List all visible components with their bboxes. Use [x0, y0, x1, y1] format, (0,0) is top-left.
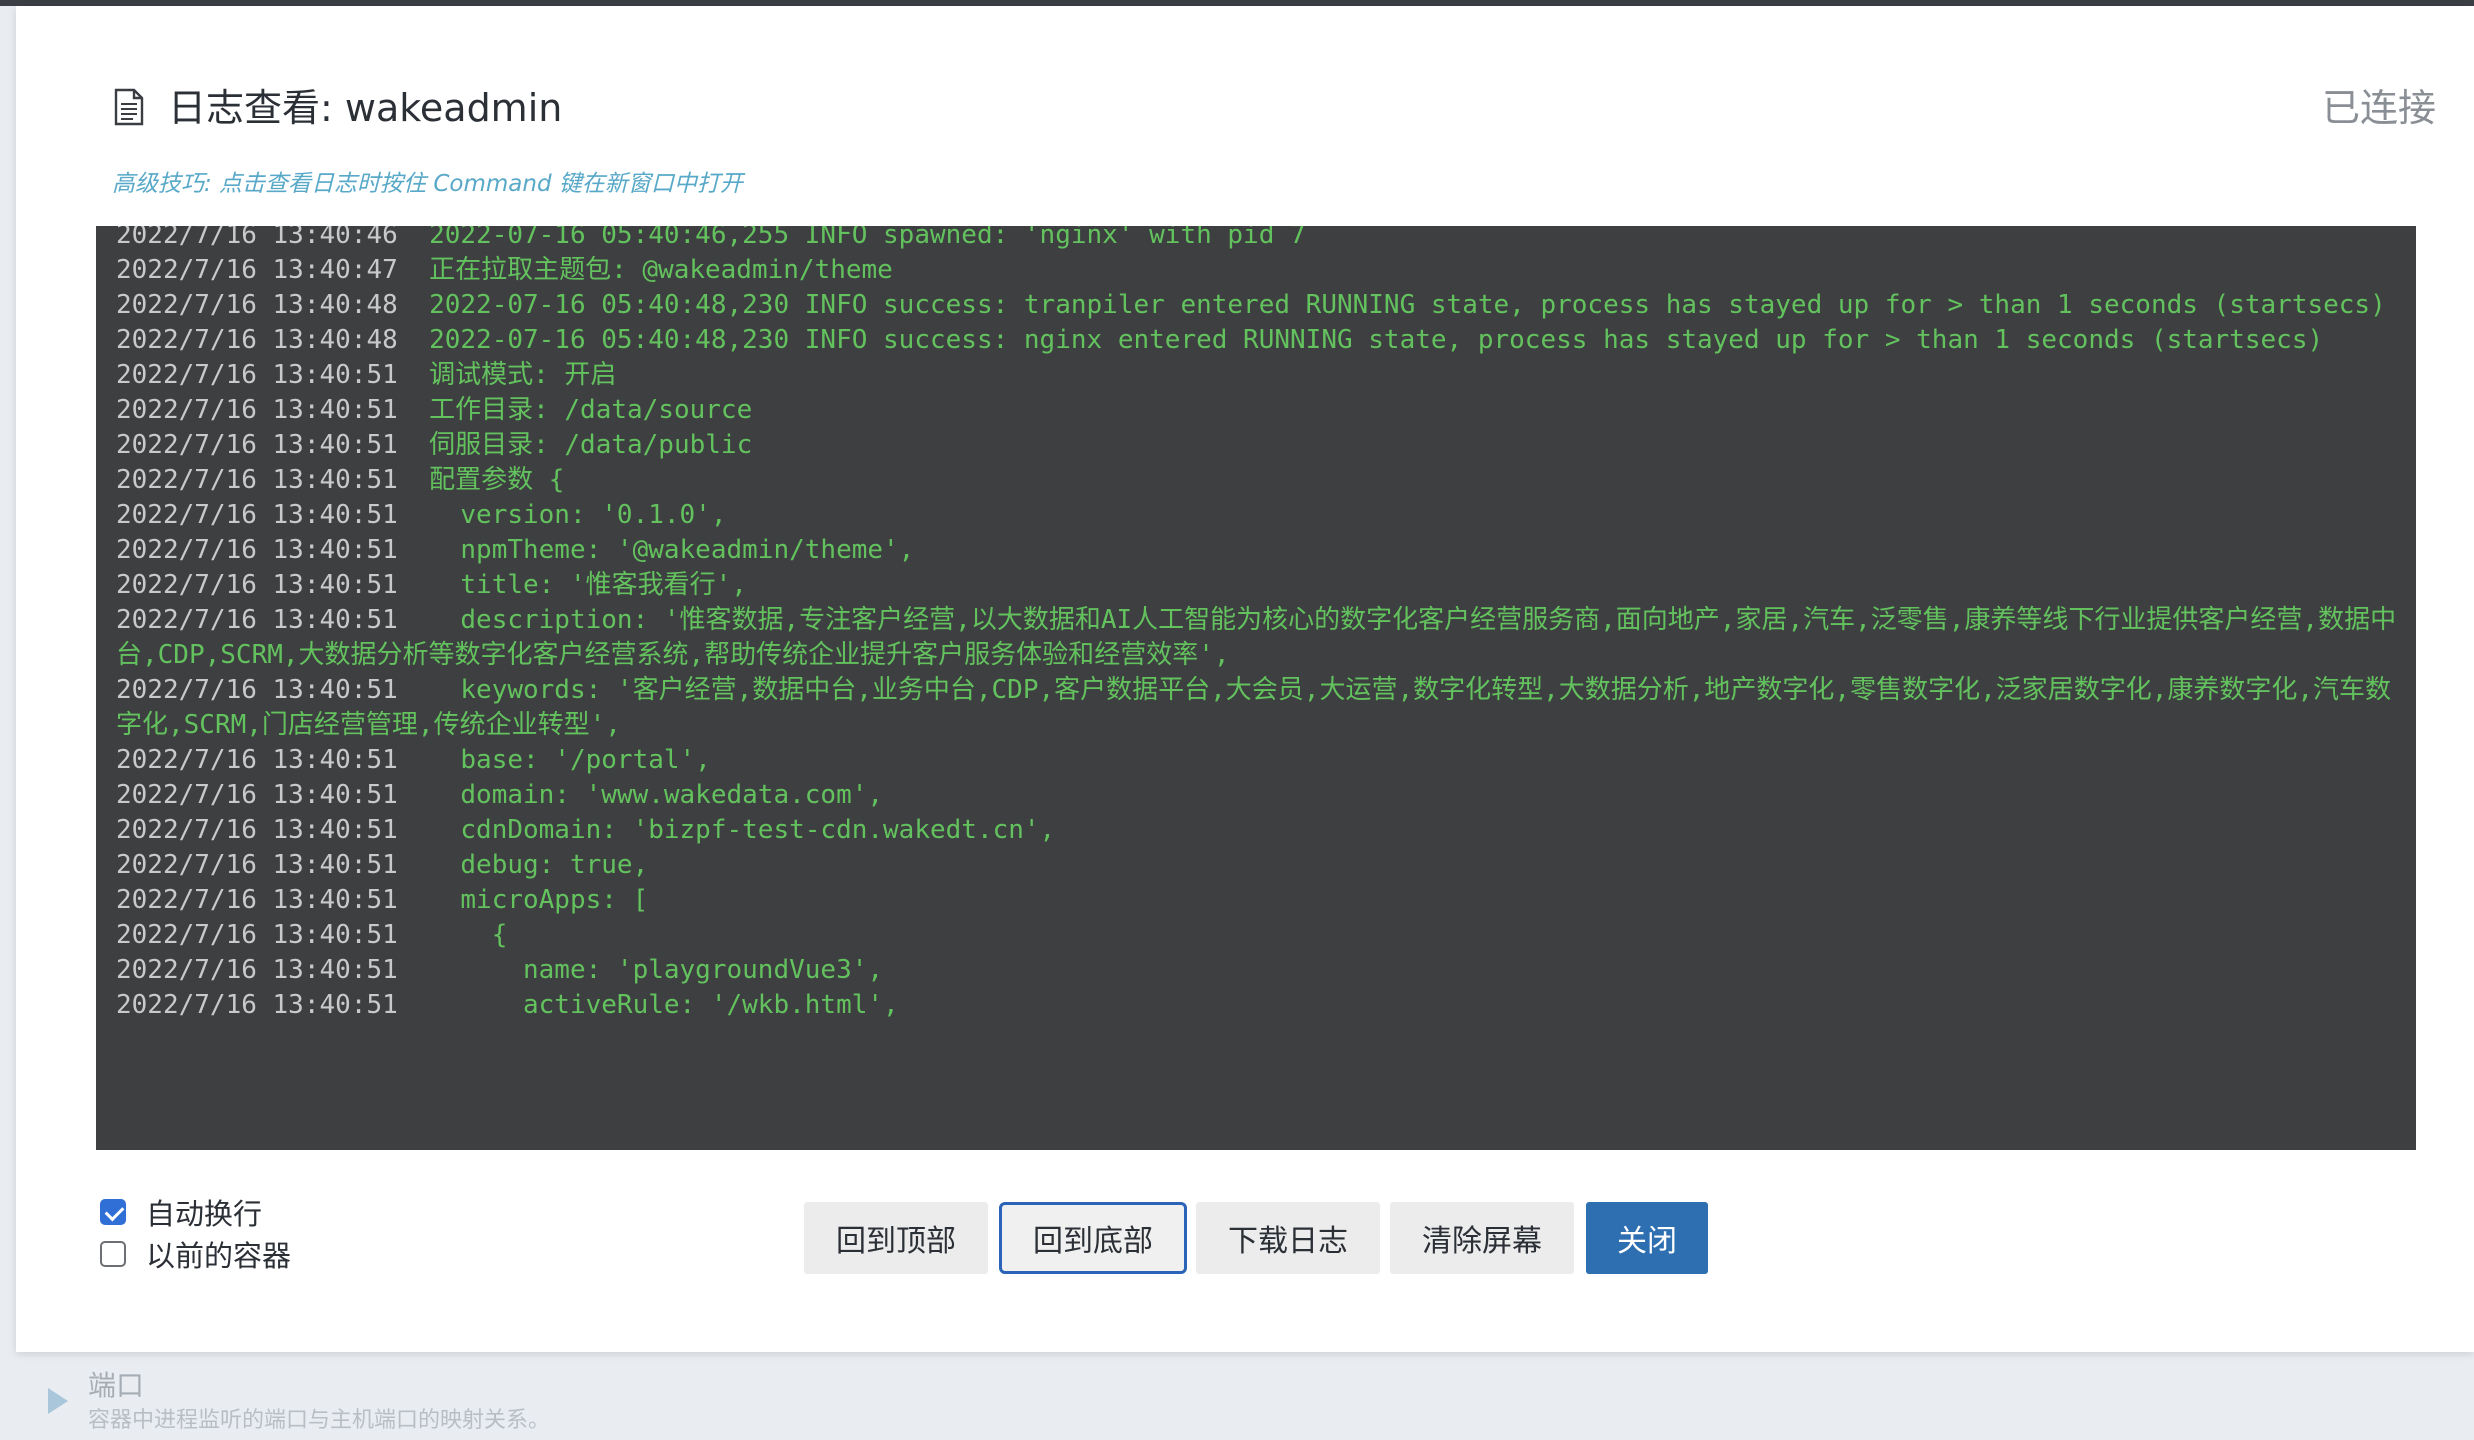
log-timestamp: 2022/7/16 13:40:51: [116, 570, 398, 600]
clear-screen-button[interactable]: 清除屏幕: [1390, 1202, 1574, 1274]
log-timestamp: 2022/7/16 13:40:48: [116, 325, 398, 355]
log-message: description: '惟客数据,专注客户经营,以大数据和AI人工智能为核心…: [116, 605, 2397, 670]
connection-status: 已连接: [2321, 86, 2436, 130]
dialog-header: 日志查看: wakeadmin 已连接: [96, 76, 2436, 146]
log-timestamp: 2022/7/16 13:40:48: [116, 290, 398, 320]
log-line: 2022/7/16 13:40:48 2022-07-16 05:40:48,2…: [116, 288, 2406, 323]
log-message: activeRule: '/wkb.html',: [429, 990, 899, 1020]
log-message: 2022-07-16 05:40:46,255 INFO spawned: 'n…: [429, 226, 1306, 250]
log-line: 2022/7/16 13:40:51 name: 'playgroundVue3…: [116, 953, 2406, 988]
log-message: keywords: '客户经营,数据中台,业务中台,CDP,客户数据平台,大会员…: [116, 675, 2392, 740]
port-section: 端口 容器中进程监听的端口与主机端口的映射关系。: [16, 1352, 2474, 1440]
log-timestamp: 2022/7/16 13:40:51: [116, 605, 398, 635]
log-line: 2022/7/16 13:40:51 工作目录: /data/source: [116, 393, 2406, 428]
log-timestamp: 2022/7/16 13:40:51: [116, 955, 398, 985]
log-timestamp: 2022/7/16 13:40:51: [116, 815, 398, 845]
log-timestamp: 2022/7/16 13:40:51: [116, 780, 398, 810]
auto-wrap-option[interactable]: 自动换行: [100, 1192, 262, 1232]
log-message: npmTheme: '@wakeadmin/theme',: [429, 535, 915, 565]
log-line: 2022/7/16 13:40:46 2022-07-16 05:40:46,2…: [116, 226, 2406, 253]
log-line: 2022/7/16 13:40:51 base: '/portal',: [116, 743, 2406, 778]
port-section-desc: 容器中进程监听的端口与主机端口的映射关系。: [88, 1408, 551, 1433]
log-line: 2022/7/16 13:40:51 调试模式: 开启: [116, 358, 2406, 393]
log-viewer[interactable]: 2022/7/16 13:40:46 2022-07-16 05:40:46,2…: [96, 226, 2416, 1150]
log-timestamp: 2022/7/16 13:40:51: [116, 360, 398, 390]
log-message: base: '/portal',: [429, 745, 711, 775]
log-line: 2022/7/16 13:40:51 version: '0.1.0',: [116, 498, 2406, 533]
expand-triangle-icon[interactable]: [48, 1388, 68, 1414]
previous-container-label: 以前的容器: [146, 1239, 292, 1273]
log-timestamp: 2022/7/16 13:40:51: [116, 850, 398, 880]
log-message: cdnDomain: 'bizpf-test-cdn.wakedt.cn',: [429, 815, 1056, 845]
log-line: 2022/7/16 13:40:51 {: [116, 918, 2406, 953]
log-line: 2022/7/16 13:40:51 cdnDomain: 'bizpf-tes…: [116, 813, 2406, 848]
log-line: 2022/7/16 13:40:51 keywords: '客户经营,数据中台,…: [116, 673, 2406, 743]
log-message: title: '惟客我看行',: [429, 570, 747, 600]
log-message: domain: 'www.wakedata.com',: [429, 780, 884, 810]
log-line: 2022/7/16 13:40:51 伺服目录: /data/public: [116, 428, 2406, 463]
log-timestamp: 2022/7/16 13:40:51: [116, 920, 398, 950]
log-timestamp: 2022/7/16 13:40:46: [116, 226, 398, 250]
log-message: 2022-07-16 05:40:48,230 INFO success: ng…: [429, 325, 2324, 355]
previous-container-option[interactable]: 以前的容器: [100, 1234, 291, 1274]
log-line: 2022/7/16 13:40:51 domain: 'www.wakedata…: [116, 778, 2406, 813]
tip-text: 高级技巧: 点击查看日志时按住 Command 键在新窗口中打开: [112, 171, 743, 197]
log-line: 2022/7/16 13:40:51 microApps: [: [116, 883, 2406, 918]
log-message: 调试模式: 开启: [429, 360, 617, 390]
log-message: name: 'playgroundVue3',: [429, 955, 884, 985]
log-timestamp: 2022/7/16 13:40:51: [116, 885, 398, 915]
log-timestamp: 2022/7/16 13:40:47: [116, 255, 398, 285]
log-message: debug: true,: [429, 850, 649, 880]
close-button[interactable]: 关闭: [1586, 1202, 1708, 1274]
scroll-top-button[interactable]: 回到顶部: [804, 1202, 988, 1274]
log-message: version: '0.1.0',: [429, 500, 727, 530]
dialog-footer: 自动换行 以前的容器 回到顶部 回到底部 下载日志 清除屏幕 关闭: [96, 1188, 2416, 1298]
log-timestamp: 2022/7/16 13:40:51: [116, 990, 398, 1020]
log-message: 工作目录: /data/source: [429, 395, 753, 425]
scroll-bottom-button[interactable]: 回到底部: [999, 1202, 1187, 1274]
log-timestamp: 2022/7/16 13:40:51: [116, 535, 398, 565]
log-message: 伺服目录: /data/public: [429, 430, 753, 460]
download-log-button[interactable]: 下载日志: [1196, 1202, 1380, 1274]
previous-container-checkbox[interactable]: [100, 1241, 126, 1267]
auto-wrap-checkbox[interactable]: [100, 1199, 126, 1225]
log-message: 配置参数 {: [429, 465, 565, 495]
port-section-title: 端口: [88, 1369, 145, 1402]
log-message: 2022-07-16 05:40:48,230 INFO success: tr…: [429, 290, 2386, 320]
log-line: 2022/7/16 13:40:51 activeRule: '/wkb.htm…: [116, 988, 2406, 1023]
log-timestamp: 2022/7/16 13:40:51: [116, 465, 398, 495]
log-timestamp: 2022/7/16 13:40:51: [116, 430, 398, 460]
log-timestamp: 2022/7/16 13:40:51: [116, 745, 398, 775]
log-content: 2022/7/16 13:40:46 2022-07-16 05:40:46,2…: [116, 226, 2406, 1023]
log-message: microApps: [: [429, 885, 649, 915]
log-line: 2022/7/16 13:40:51 npmTheme: '@wakeadmin…: [116, 533, 2406, 568]
log-line: 2022/7/16 13:40:51 配置参数 {: [116, 463, 2406, 498]
log-message: {: [429, 920, 508, 950]
log-line: 2022/7/16 13:40:51 title: '惟客我看行',: [116, 568, 2406, 603]
auto-wrap-label: 自动换行: [146, 1197, 263, 1231]
log-line: 2022/7/16 13:40:47 正在拉取主题包: @wakeadmin/t…: [116, 253, 2406, 288]
document-icon: [114, 88, 144, 126]
log-line: 2022/7/16 13:40:48 2022-07-16 05:40:48,2…: [116, 323, 2406, 358]
dialog-title: 日志查看: wakeadmin: [168, 86, 563, 130]
log-timestamp: 2022/7/16 13:40:51: [116, 675, 398, 705]
log-line: 2022/7/16 13:40:51 description: '惟客数据,专注…: [116, 603, 2406, 673]
log-line: 2022/7/16 13:40:51 debug: true,: [116, 848, 2406, 883]
log-timestamp: 2022/7/16 13:40:51: [116, 395, 398, 425]
log-message: 正在拉取主题包: @wakeadmin/theme: [429, 255, 893, 285]
log-timestamp: 2022/7/16 13:40:51: [116, 500, 398, 530]
